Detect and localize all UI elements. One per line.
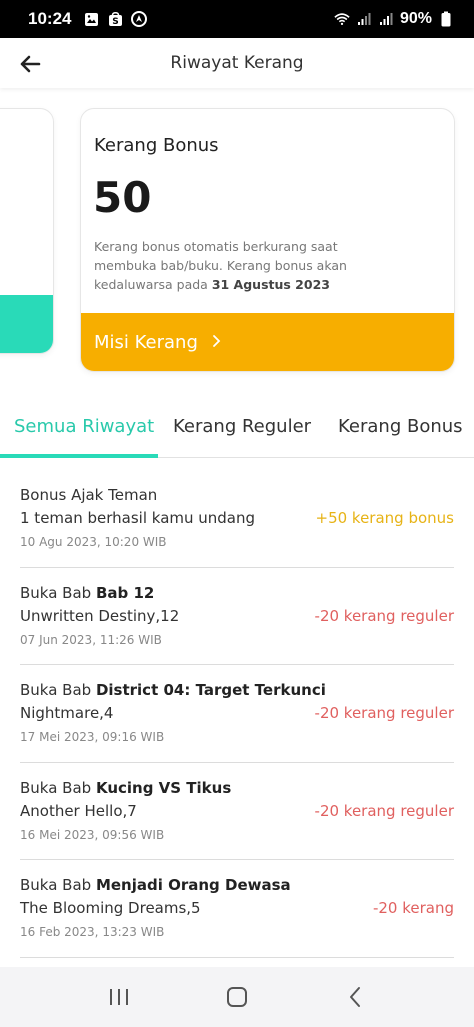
- shell-mission-button[interactable]: Misi Kerang: [81, 313, 454, 371]
- battery-icon: [438, 11, 454, 27]
- list-item-title-bold: Menjadi Orang Dewasa: [95, 876, 291, 894]
- list-item-subtitle: The Blooming Dreams,5: [20, 899, 201, 917]
- bonus-card-description: Kerang bonus otomatis berkurang saat mem…: [94, 237, 394, 294]
- history-list: Bonus Ajak Teman 1 teman berhasil kamu u…: [20, 470, 454, 958]
- page-title: Riwayat Kerang: [170, 53, 304, 73]
- chevron-right-icon: [212, 333, 221, 352]
- arrow-left-icon: [20, 55, 41, 73]
- chevron-left-icon: [350, 987, 360, 1007]
- list-item-subtitle: Another Hello,7: [20, 801, 137, 820]
- list-item-title-prefix: Bonus Ajak Teman: [20, 486, 158, 504]
- list-item-subtitle: 1 teman berhasil kamu undang: [20, 509, 256, 527]
- list-item[interactable]: Buka Bab District 04: Target Terkunci Ni…: [20, 665, 454, 763]
- list-item[interactable]: Buka Bab Kucing VS Tikus Another Hello,7…: [20, 763, 454, 860]
- app-notification-icon: [131, 11, 148, 27]
- back-button[interactable]: [14, 48, 46, 80]
- list-item-title-prefix: Buka Bab: [20, 778, 96, 797]
- list-item-title-bold: District 04: Target Terkunci: [95, 681, 326, 699]
- home-button[interactable]: [217, 977, 257, 1017]
- list-item-subtitle: Unwritten Destiny,12: [20, 606, 180, 625]
- regular-card-action-strip: [0, 295, 53, 353]
- list-item-date: 16 Feb 2023, 13:23 WIB: [20, 925, 165, 939]
- tab-regular-shells[interactable]: Kerang Reguler: [173, 416, 311, 437]
- status-time: 10:24: [28, 9, 72, 28]
- signal-icon-1: [356, 11, 372, 27]
- bonus-card-title: Kerang Bonus: [94, 135, 219, 156]
- list-item-amount: -20 kerang: [372, 899, 454, 917]
- list-item-title: Buka Bab District 04: Target Terkunci: [20, 681, 326, 699]
- list-item[interactable]: Bonus Ajak Teman 1 teman berhasil kamu u…: [20, 470, 454, 568]
- active-tab-indicator: [0, 454, 158, 458]
- history-tabs: Semua Riwayat Kerang Reguler Kerang Bonu…: [0, 402, 474, 458]
- list-item-title: Buka Bab Kucing VS Tikus: [20, 779, 231, 797]
- app-bar: Riwayat Kerang: [0, 38, 474, 88]
- list-item-amount: -20 kerang reguler: [314, 606, 454, 625]
- list-item-subtitle: Nightmare,4: [20, 704, 114, 722]
- list-item[interactable]: Buka Bab Menjadi Orang Dewasa The Bloomi…: [20, 860, 454, 958]
- list-item-title-prefix: Buka Bab: [20, 583, 96, 602]
- signal-icon-2: [378, 11, 394, 27]
- shell-mission-label: Misi Kerang: [94, 331, 198, 353]
- list-item-title-prefix: Buka Bab: [20, 876, 96, 894]
- list-item-title-prefix: Buka Bab: [20, 681, 96, 699]
- shopping-bag-icon: S: [107, 11, 123, 27]
- tab-all-history[interactable]: Semua Riwayat: [14, 416, 154, 437]
- list-item-amount: -20 kerang reguler: [314, 704, 454, 722]
- list-item[interactable]: Buka Bab Bab 12 Unwritten Destiny,12 07 …: [20, 568, 454, 665]
- list-item-title-bold: Bab 12: [95, 583, 155, 602]
- recent-apps-button[interactable]: [99, 977, 139, 1017]
- battery-percent: 90%: [399, 10, 432, 27]
- svg-text:S: S: [112, 17, 118, 27]
- bonus-shell-card: Kerang Bonus 50 Kerang bonus otomatis be…: [80, 108, 455, 372]
- list-item-title: Bonus Ajak Teman: [20, 486, 157, 504]
- list-item-amount: -20 kerang reguler: [314, 801, 454, 820]
- tab-bonus-shells[interactable]: Kerang Bonus: [338, 416, 463, 437]
- status-left: 10:24 S: [28, 9, 148, 29]
- gallery-icon: [83, 11, 99, 27]
- system-nav-bar: [0, 967, 474, 1027]
- regular-shell-card-partial[interactable]: [0, 108, 54, 354]
- wifi-icon: [334, 11, 350, 27]
- list-item-title: Buka Bab Menjadi Orang Dewasa: [20, 876, 291, 894]
- status-right: 90%: [334, 10, 454, 28]
- list-item-date: 17 Mei 2023, 09:16 WIB: [20, 730, 165, 744]
- bonus-card-amount: 50: [93, 173, 152, 222]
- bonus-expiry-date: 31 Agustus 2023: [211, 277, 330, 292]
- list-item-date: 07 Jun 2023, 11:26 WIB: [20, 632, 162, 647]
- list-item-date: 16 Mei 2023, 09:56 WIB: [20, 827, 165, 842]
- back-nav-button[interactable]: [335, 977, 375, 1017]
- recent-apps-icon: [110, 989, 128, 1005]
- list-item-amount: +50 kerang bonus: [315, 509, 455, 527]
- list-item-date: 10 Agu 2023, 10:20 WIB: [20, 535, 167, 549]
- list-item-title-bold: Kucing VS Tikus: [95, 778, 232, 797]
- home-icon: [227, 987, 247, 1007]
- list-item-title: Buka Bab Bab 12: [20, 584, 154, 602]
- status-bar: 10:24 S 90%: [0, 0, 474, 38]
